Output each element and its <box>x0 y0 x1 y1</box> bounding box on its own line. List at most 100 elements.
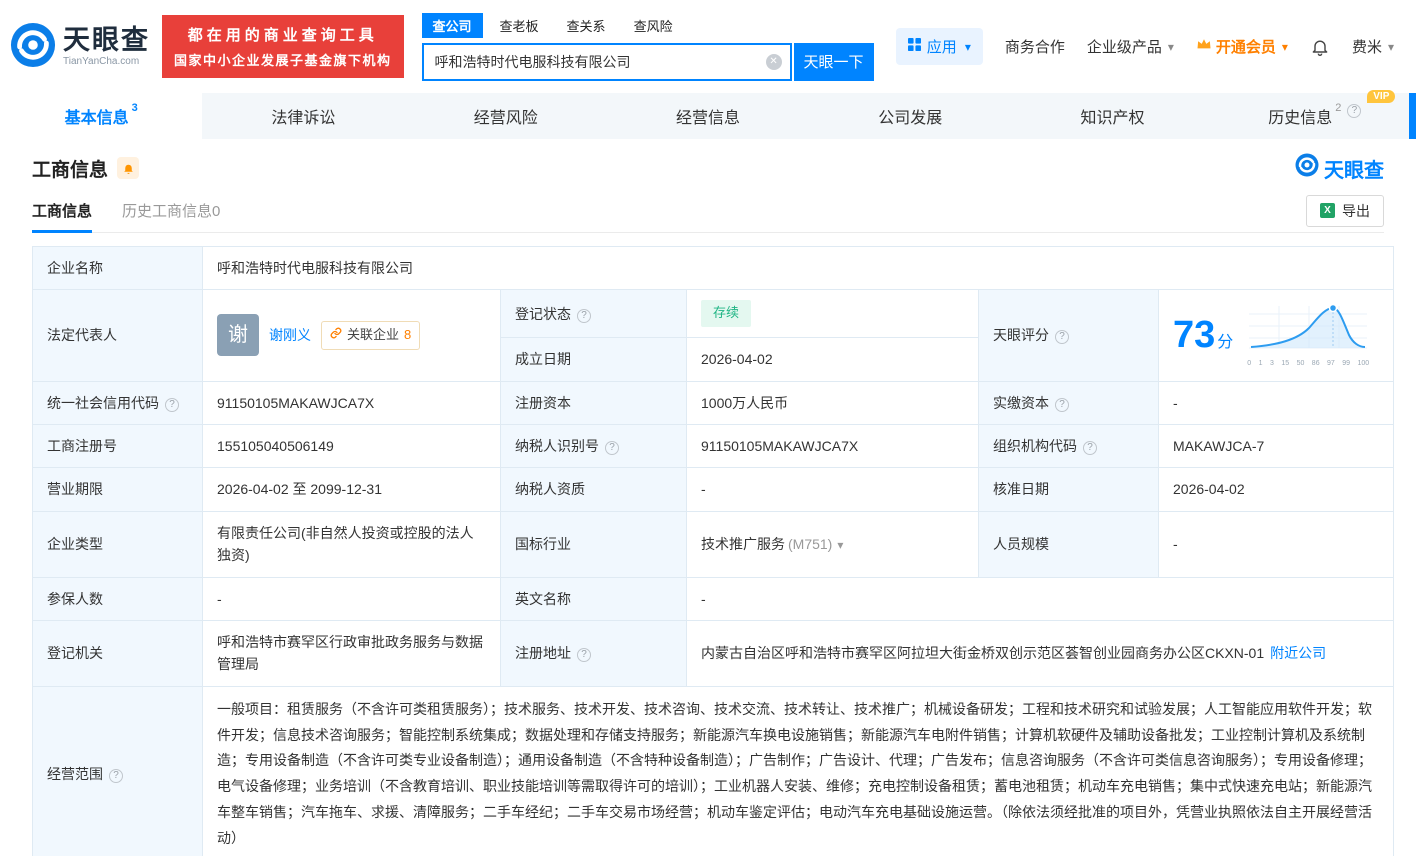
credit-code-label: 统一社会信用代码 <box>33 381 203 424</box>
taxpayer-quality-label: 纳税人资质 <box>501 468 687 511</box>
help-icon[interactable] <box>577 309 591 323</box>
nav-tab-label: 法律诉讼 <box>271 104 335 128</box>
establish-date-value: 2026-04-02 <box>687 338 979 381</box>
nav-tab-count: 2 <box>1335 102 1341 114</box>
reg-number-label: 工商注册号 <box>33 424 203 467</box>
nav-tab-label: 经营信息 <box>676 104 740 128</box>
table-row: 参保人数 - 英文名称 - <box>33 577 1394 620</box>
nav-tab-operating-info[interactable]: 经营信息 <box>607 93 809 139</box>
header: 天眼查 TianYanCha.com 都在用的商业查询工具 国家中小企业发展子基… <box>0 0 1416 93</box>
score-label: 天眼评分 <box>979 290 1159 381</box>
business-scope-value: 一般项目：租赁服务（不含许可类租赁服务）；技术服务、技术开发、技术咨询、技术交流… <box>203 686 1394 856</box>
help-icon[interactable] <box>1347 104 1361 118</box>
org-code-label: 组织机构代码 <box>979 424 1159 467</box>
company-type-label: 企业类型 <box>33 511 203 577</box>
english-name-label: 英文名称 <box>501 577 687 620</box>
help-icon[interactable] <box>605 441 619 455</box>
nav-tab-intellectual-property[interactable]: 知识产权 <box>1011 93 1213 139</box>
table-row: 登记机关 呼和浩特市赛罕区行政审批政务服务与数据管理局 注册地址 内蒙古自治区呼… <box>33 620 1394 686</box>
status-badge: 存续 <box>701 300 751 327</box>
help-icon[interactable] <box>577 648 591 662</box>
nav-tab-basic-info[interactable]: 基本信息 3 <box>0 93 202 139</box>
vip-badge: VIP <box>1367 90 1395 103</box>
credit-code-value: 91150105MAKAWJCA7X <box>203 381 501 424</box>
search-input[interactable] <box>422 43 792 81</box>
industry-value[interactable]: 技术推广服务(M751) <box>687 511 979 577</box>
taxpayer-id-label: 纳税人识别号 <box>501 424 687 467</box>
approval-date-value: 2026-04-02 <box>1159 468 1394 511</box>
legal-rep-name-link[interactable]: 谢刚义 <box>269 324 311 346</box>
search-tabs: 查公司 查老板 查关系 查风险 <box>422 13 874 38</box>
tianyancha-watermark-text: 天眼查 <box>1324 154 1384 183</box>
apps-grid-icon <box>908 38 921 55</box>
help-icon[interactable] <box>1055 330 1069 344</box>
nav-tab-label: 基本信息 <box>65 104 129 128</box>
search-tab-relation[interactable]: 查关系 <box>556 13 617 38</box>
table-row: 企业名称 呼和浩特时代电服科技有限公司 <box>33 247 1394 290</box>
tab-label: 工商信息 <box>32 200 92 221</box>
related-companies-count: 8 <box>404 325 411 346</box>
export-button[interactable]: 导出 <box>1306 195 1384 227</box>
chevron-down-icon[interactable] <box>832 536 843 552</box>
related-companies-tag[interactable]: 关联企业 8 <box>321 321 420 350</box>
address-value: 内蒙古自治区呼和浩特市赛罕区阿拉坦大街金桥双创示范区荟智创业园商务办公区CKXN… <box>687 620 1394 686</box>
nav-tab-legal-litigation[interactable]: 法律诉讼 <box>202 93 404 139</box>
link-icon <box>330 325 342 346</box>
paid-capital-value: - <box>1159 381 1394 424</box>
crown-icon <box>1196 38 1212 55</box>
search-tab-company[interactable]: 查公司 <box>422 13 483 38</box>
nav-tab-company-development[interactable]: 公司发展 <box>809 93 1011 139</box>
search-row: 天眼一下 <box>422 43 874 81</box>
search-input-wrap <box>422 43 792 81</box>
promo-banner: 都在用的商业查询工具 国家中小企业发展子基金旗下机构 <box>162 15 404 78</box>
nav-tab-label: 公司发展 <box>878 104 942 128</box>
header-right: 应用 商务合作 企业级产品 开通会员 费米 <box>896 28 1394 65</box>
user-menu[interactable]: 费米 <box>1352 36 1394 57</box>
search-button[interactable]: 天眼一下 <box>794 43 874 81</box>
promo-banner-line2: 国家中小企业发展子基金旗下机构 <box>174 50 392 69</box>
address-label: 注册地址 <box>501 620 687 686</box>
industry-code: (M751) <box>788 536 832 552</box>
scrollbar-thumb[interactable] <box>1409 93 1416 139</box>
logo-domain: TianYanCha.com <box>63 56 150 67</box>
english-name-value: - <box>687 577 1394 620</box>
company-name-label: 企业名称 <box>33 247 203 290</box>
apps-menu[interactable]: 应用 <box>896 28 983 65</box>
tab-business-info[interactable]: 工商信息 <box>32 189 92 232</box>
export-label: 导出 <box>1342 201 1370 221</box>
excel-icon <box>1320 203 1335 218</box>
chevron-down-icon <box>1166 38 1174 55</box>
nav-tab-operating-risk[interactable]: 经营风险 <box>405 93 607 139</box>
subscribe-bell-icon[interactable] <box>117 157 139 179</box>
business-scope-label: 经营范围 <box>33 686 203 856</box>
score-cell: 73分 <box>1159 290 1394 381</box>
nav-tab-history-info[interactable]: 历史信息 2 VIP <box>1214 93 1416 139</box>
help-icon[interactable] <box>1083 441 1097 455</box>
clear-icon[interactable] <box>766 54 782 70</box>
reg-status-cell: 存续 <box>687 290 979 338</box>
org-code-value: MAKAWJCA-7 <box>1159 424 1394 467</box>
table-row: 营业期限 2026-04-02 至 2099-12-31 纳税人资质 - 核准日… <box>33 468 1394 511</box>
vip-upgrade-menu[interactable]: 开通会员 <box>1196 36 1288 57</box>
nearby-companies-link[interactable]: 附近公司 <box>1270 645 1326 661</box>
business-cooperation-link[interactable]: 商务合作 <box>1005 36 1065 57</box>
search-tab-risk[interactable]: 查风险 <box>623 13 684 38</box>
tab-history-business-info[interactable]: 历史工商信息0 <box>122 189 220 232</box>
promo-banner-line1: 都在用的商业查询工具 <box>174 24 392 45</box>
apps-label: 应用 <box>927 36 957 57</box>
help-icon[interactable] <box>1055 398 1069 412</box>
help-icon[interactable] <box>165 398 179 412</box>
business-term-value: 2026-04-02 至 2099-12-31 <box>203 468 501 511</box>
enterprise-products-menu[interactable]: 企业级产品 <box>1087 36 1174 57</box>
tianyancha-logo[interactable]: 天眼查 TianYanCha.com <box>10 22 150 71</box>
help-icon[interactable] <box>109 769 123 783</box>
notifications-bell-icon[interactable] <box>1310 37 1330 57</box>
score-axis-labels: 01 315 5086 9799 100 <box>1247 358 1369 369</box>
search-tab-boss[interactable]: 查老板 <box>489 13 550 38</box>
legal-rep-label: 法定代表人 <box>33 290 203 381</box>
legal-rep-avatar[interactable]: 谢 <box>217 314 259 356</box>
score-value: 73分 <box>1173 316 1233 354</box>
establish-date-label: 成立日期 <box>501 338 687 381</box>
reg-number-value: 155105040506149 <box>203 424 501 467</box>
company-name-value: 呼和浩特时代电服科技有限公司 <box>203 247 1394 290</box>
